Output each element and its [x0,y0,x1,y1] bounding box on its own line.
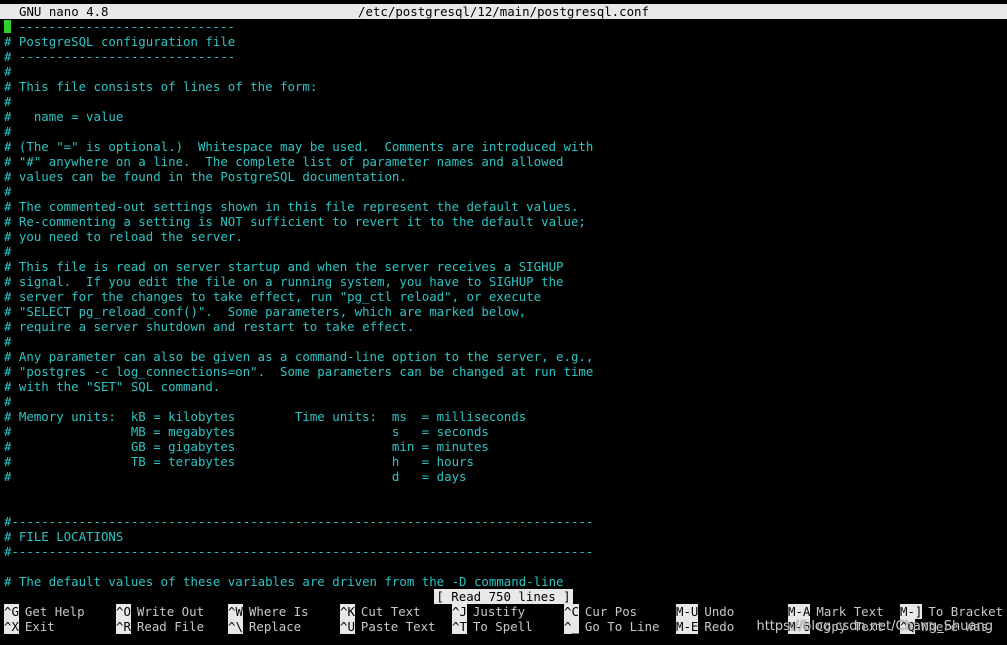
watermark: https://blog.csdn.net/Chang_Shuang [756,619,993,634]
shortcut-write-out[interactable]: ^O Write Out [116,604,204,619]
editor-line: # [4,334,12,349]
editor-line: # The commented-out settings shown in th… [4,199,579,214]
editor-line: # (The "=" is optional.) Whitespace may … [4,139,594,154]
shortcut-label: Undo [704,604,735,619]
shortcut-key: ^C [564,604,579,619]
shortcut-cur-pos[interactable]: ^C Cur Pos [564,604,637,619]
file-path: /etc/postgresql/12/main/postgresql.conf [358,4,649,19]
shortcut-label: To Spell [472,619,533,634]
shortcut-key: ^R [116,619,131,634]
shortcut-replace[interactable]: ^\ Replace [228,619,301,634]
shortcut-key: ^O [116,604,131,619]
editor-line: # d = days [4,469,467,484]
editor-line: # [4,244,12,259]
shortcut-label: Cur Pos [584,604,638,619]
shortcut-cut-text[interactable]: ^K Cut Text [340,604,421,619]
line-text: ----------------------------- [11,19,235,34]
shortcut-label: Where Is [248,604,309,619]
editor-line: # Memory units: kB = kilobytes Time unit… [4,409,527,424]
shortcut-to-bracket[interactable]: M-] To Bracket [900,604,1003,619]
editor-line: # [4,94,12,109]
shortcut-label: Redo [704,619,735,634]
editor-line: # "SELECT pg_reload_conf()". Some parame… [4,304,527,319]
shortcut-justify[interactable]: ^J Justify [452,604,525,619]
shortcut-label: Get Help [24,604,85,619]
editor-line: # ----------------------------- [4,49,236,64]
app-name: GNU nano 4.8 [19,4,109,19]
editor-line: # require a server shutdown and restart … [4,319,415,334]
editor-line: # you need to reload the server. [4,229,243,244]
editor-line: # "#" anywhere on a line. The complete l… [4,154,564,169]
editor-line: #---------------------------------------… [4,514,594,529]
shortcut-paste-text[interactable]: ^U Paste Text [340,619,436,634]
editor-line: # This file consists of lines of the for… [4,79,318,94]
shortcut-label: Read File [136,619,205,634]
editor-line: ----------------------------- [4,19,1004,34]
editor-line: # [4,124,12,139]
shortcut-key: ^T [452,619,467,634]
editor-line: #---------------------------------------… [4,544,594,559]
shortcut-key: M-] [900,604,923,619]
editor-area[interactable]: ----------------------------- # PostgreSQ… [4,19,1004,586]
status-message: [ Read 750 lines ] [434,589,573,604]
shortcut-label: Write Out [136,604,205,619]
shortcut-label: Mark Text [816,604,884,619]
editor-line: # PostgreSQL configuration file [4,34,236,49]
shortcut-key: M-E [676,619,699,634]
editor-line: # TB = terabytes h = hours [4,454,474,469]
shortcut-key: ^G [4,604,19,619]
shortcut-label: Exit [24,619,55,634]
editor-line: # GB = gigabytes min = minutes [4,439,489,454]
editor-line: # [4,394,12,409]
shortcut-undo[interactable]: M-U Undo [676,604,734,619]
shortcut-label: Justify [472,604,526,619]
editor-line: # MB = megabytes s = seconds [4,424,489,439]
shortcut-label: Paste Text [360,619,436,634]
editor-line: # FILE LOCATIONS [4,529,124,544]
text-cursor [4,20,11,33]
shortcut-mark-text[interactable]: M-A Mark Text [788,604,884,619]
shortcut-label: Go To Line [584,619,660,634]
shortcut-key: ^X [4,619,19,634]
editor-line: # server for the changes to take effect,… [4,289,542,304]
editor-line: # values can be found in the PostgreSQL … [4,169,407,184]
shortcut-key: ^\ [228,619,243,634]
shortcut-where-is[interactable]: ^W Where Is [228,604,309,619]
shortcut-key: M-A [788,604,811,619]
shortcut-exit[interactable]: ^X Exit [4,619,55,634]
editor-line: # [4,184,12,199]
shortcut-key: M-U [676,604,699,619]
shortcut-redo[interactable]: M-E Redo [676,619,734,634]
title-bar: /etc/postgresql/12/main/postgresql.conf … [0,4,1007,19]
shortcut-label: Cut Text [360,604,421,619]
editor-line: # This file is read on server startup an… [4,259,564,274]
editor-line: # signal. If you edit the file on a runn… [4,274,564,289]
editor-line: # Re-commenting a setting is NOT suffici… [4,214,586,229]
shortcut-read-file[interactable]: ^R Read File [116,619,204,634]
editor-line: # "postgres -c log_connections=on". Some… [4,364,594,379]
shortcut-key: ^W [228,604,243,619]
shortcut-to-spell[interactable]: ^T To Spell [452,619,533,634]
shortcut-key: ^U [340,619,355,634]
shortcut-key: ^J [452,604,467,619]
editor-line: # Any parameter can also be given as a c… [4,349,594,364]
shortcut-label: Replace [248,619,302,634]
shortcut-go-to-line[interactable]: ^_ Go To Line [564,619,660,634]
editor-line: # The default values of these variables … [4,574,564,586]
shortcut-key: ^_ [564,619,579,634]
shortcut-get-help[interactable]: ^G Get Help [4,604,85,619]
editor-line: # [4,64,12,79]
editor-line: # name = value [4,109,124,124]
status-bar: [ Read 750 lines ] [0,589,1007,604]
shortcut-label: To Bracket [928,604,1003,619]
shortcut-key: ^K [340,604,355,619]
editor-line: # with the "SET" SQL command. [4,379,221,394]
